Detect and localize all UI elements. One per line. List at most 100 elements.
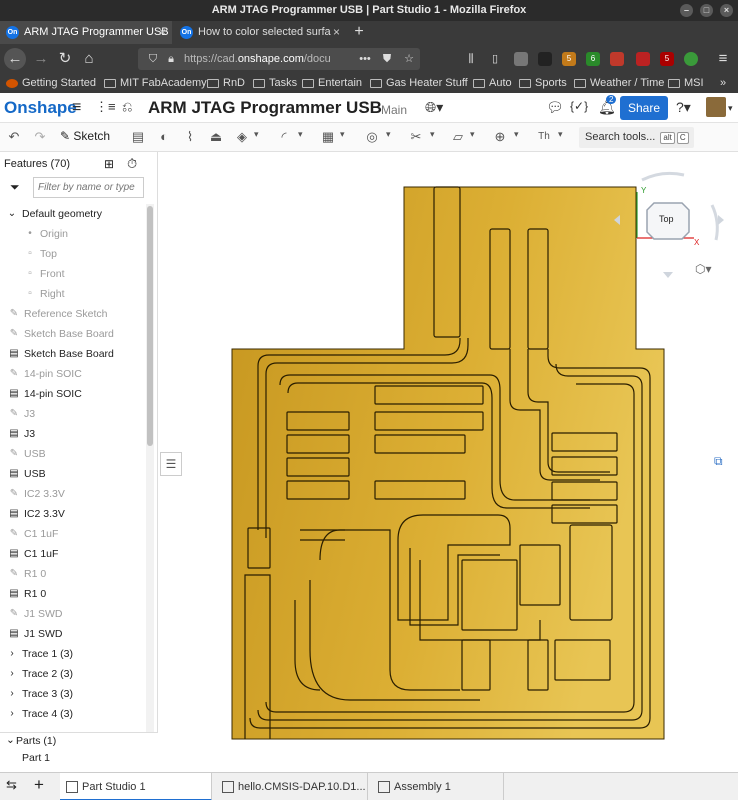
undo-icon[interactable]: ↶ xyxy=(6,129,22,145)
feature-item[interactable]: ✎ Sketch Base Board xyxy=(0,324,146,344)
sketch-button[interactable]: ✎ Sketch xyxy=(60,129,110,143)
feature-item[interactable]: ✎ R1 0 xyxy=(0,564,146,584)
home-icon[interactable]: ⌂ xyxy=(78,48,100,70)
view-cube-arc[interactable] xyxy=(710,204,719,241)
chevron-right-icon[interactable]: › xyxy=(6,708,18,720)
rotate-down-icon[interactable] xyxy=(663,272,673,278)
hamburger-menu-icon[interactable]: ≡ xyxy=(72,99,81,117)
tab-assembly-1[interactable]: Assembly 1 xyxy=(372,773,504,800)
tab-manager-icon[interactable]: ⇆ xyxy=(6,777,17,793)
lock-icon[interactable]: 🔒︎ xyxy=(160,48,182,70)
pocket-icon[interactable]: ⛊ xyxy=(376,48,398,70)
chevron-down-icon[interactable]: ▾ xyxy=(430,129,435,140)
versions-icon[interactable]: ⋮≡ xyxy=(95,99,116,115)
feature-item[interactable]: ⌄ Default geometry xyxy=(0,204,146,224)
appearance-panel-icon[interactable]: ⧉ xyxy=(714,454,732,474)
browser-tab-onshape-doc[interactable]: On ARM JTAG Programmer USB × xyxy=(0,21,172,44)
feature-item[interactable]: • Origin xyxy=(0,224,146,244)
chevron-down-icon[interactable]: ▾ xyxy=(728,103,733,114)
sidebar-icon[interactable]: ▯ xyxy=(484,48,506,70)
redo-icon[interactable]: ↷ xyxy=(32,129,48,145)
chevron-down-icon[interactable]: ▾ xyxy=(386,129,391,140)
feature-item[interactable]: › Trace 1 (3) xyxy=(0,644,146,664)
page-actions-icon[interactable]: ••• xyxy=(354,48,376,70)
chevron-down-icon[interactable]: ▾ xyxy=(254,129,259,140)
feature-item[interactable]: ✎ Reference Sketch xyxy=(0,304,146,324)
bookmark-rnd[interactable]: RnD xyxy=(207,74,245,93)
bookmark-entertain[interactable]: Entertain xyxy=(302,74,362,93)
view-cube[interactable] xyxy=(612,170,732,290)
feature-item[interactable]: ▤ J1 SWD xyxy=(0,624,146,644)
chevron-right-icon[interactable]: › xyxy=(6,688,18,700)
split-icon[interactable]: ✂ xyxy=(408,129,424,145)
help-icon[interactable]: ?▾ xyxy=(676,99,691,116)
document-title[interactable]: ARM JTAG Programmer USB xyxy=(148,98,382,118)
feature-item[interactable]: ▤ J3 xyxy=(0,424,146,444)
feature-item[interactable]: ▫ Front xyxy=(0,264,146,284)
extension-icon[interactable] xyxy=(538,52,552,66)
fillet-icon[interactable]: ◜ xyxy=(276,129,292,145)
part-item[interactable]: Part 1 xyxy=(22,752,50,764)
close-tab-icon[interactable]: × xyxy=(159,21,166,44)
feature-list-toggle-icon[interactable]: ☰ xyxy=(160,452,182,476)
featurescript-icon[interactable]: {✓} xyxy=(570,99,588,113)
insert-new-tab-icon[interactable]: + xyxy=(34,775,44,795)
minimize-icon[interactable]: – xyxy=(680,4,693,17)
menu-hamburger-icon[interactable]: ≡ xyxy=(712,48,734,70)
view-options-icon[interactable]: ⬡▾ xyxy=(695,262,712,276)
extension-icon[interactable] xyxy=(514,52,528,66)
feature-item[interactable]: › Trace 3 (3) xyxy=(0,684,146,704)
chevron-right-icon[interactable]: › xyxy=(6,648,18,660)
extension-badge-icon[interactable]: 5 xyxy=(562,52,576,66)
feature-item[interactable]: ✎ IC2 3.3V xyxy=(0,484,146,504)
mate-connector-icon[interactable]: ⊕ xyxy=(492,129,508,145)
bookmark-tasks[interactable]: Tasks xyxy=(253,74,297,93)
view-cube-arc[interactable] xyxy=(641,171,685,182)
pattern-icon[interactable]: ▦ xyxy=(320,129,336,145)
boolean-icon[interactable]: ◎ xyxy=(364,129,380,145)
feature-item[interactable]: ▤ 14-pin SOIC xyxy=(0,384,146,404)
chevron-down-icon[interactable]: ▾ xyxy=(514,129,519,140)
bookmark-gas-heater[interactable]: Gas Heater Stuff xyxy=(370,74,468,93)
extrude-icon[interactable]: ▤ xyxy=(130,129,146,145)
share-button[interactable]: Share xyxy=(620,96,668,120)
bookmark-sports[interactable]: Sports xyxy=(519,74,567,93)
bookmark-msi[interactable]: MSI xyxy=(668,74,704,93)
branch-label[interactable]: Main xyxy=(381,103,407,117)
revolve-icon[interactable]: ◐ xyxy=(156,129,172,145)
feature-item[interactable]: › Trace 4 (3) xyxy=(0,704,146,724)
chevron-down-icon[interactable]: ▾ xyxy=(340,129,345,140)
more-bookmarks-icon[interactable]: » xyxy=(720,74,726,93)
user-avatar[interactable] xyxy=(706,97,726,117)
feature-item[interactable]: ✎ J1 SWD xyxy=(0,604,146,624)
feature-item[interactable]: ▤ C1 1uF xyxy=(0,544,146,564)
feature-item[interactable]: ✎ C1 1uF xyxy=(0,524,146,544)
feature-item[interactable]: ▤ USB xyxy=(0,464,146,484)
onshape-logo[interactable]: Onshape xyxy=(4,98,77,118)
feature-item[interactable]: ▤ IC2 3.3V xyxy=(0,504,146,524)
chevron-down-icon[interactable]: ▾ xyxy=(470,129,475,140)
extension-icon[interactable] xyxy=(636,52,650,66)
extension-icon[interactable] xyxy=(684,52,698,66)
ublock-icon[interactable] xyxy=(610,52,624,66)
feature-item[interactable]: ✎ 14-pin SOIC xyxy=(0,364,146,384)
extension-badge-icon[interactable]: 5 xyxy=(660,52,674,66)
feature-item[interactable]: › Trace 2 (3) xyxy=(0,664,146,684)
thicken-icon[interactable]: ◈ xyxy=(234,129,250,145)
parts-title[interactable]: Parts (1) xyxy=(16,735,56,747)
feature-item[interactable]: ✎ USB xyxy=(0,444,146,464)
plane-tool-icon[interactable]: ▱ xyxy=(450,129,466,145)
chevron-right-icon[interactable]: › xyxy=(6,668,18,680)
bookmark-weather[interactable]: Weather / Time xyxy=(574,74,664,93)
scrollbar-thumb[interactable] xyxy=(147,206,153,446)
feature-item[interactable]: ▫ Right xyxy=(0,284,146,304)
bookmark-auto[interactable]: Auto xyxy=(473,74,512,93)
chevron-down-icon[interactable]: ⌄ xyxy=(6,208,18,220)
feature-list-scrollbar[interactable] xyxy=(146,204,154,732)
library-icon[interactable]: ⫼ xyxy=(460,48,482,70)
back-arrow-icon[interactable]: ← xyxy=(4,48,26,70)
add-folder-icon[interactable]: ⊞ xyxy=(104,157,114,171)
comment-icon[interactable]: 💬︎ xyxy=(546,99,564,116)
bookmark-getting-started[interactable]: Getting Started xyxy=(6,74,96,93)
undo-history-icon[interactable]: ⎌ xyxy=(122,99,132,115)
